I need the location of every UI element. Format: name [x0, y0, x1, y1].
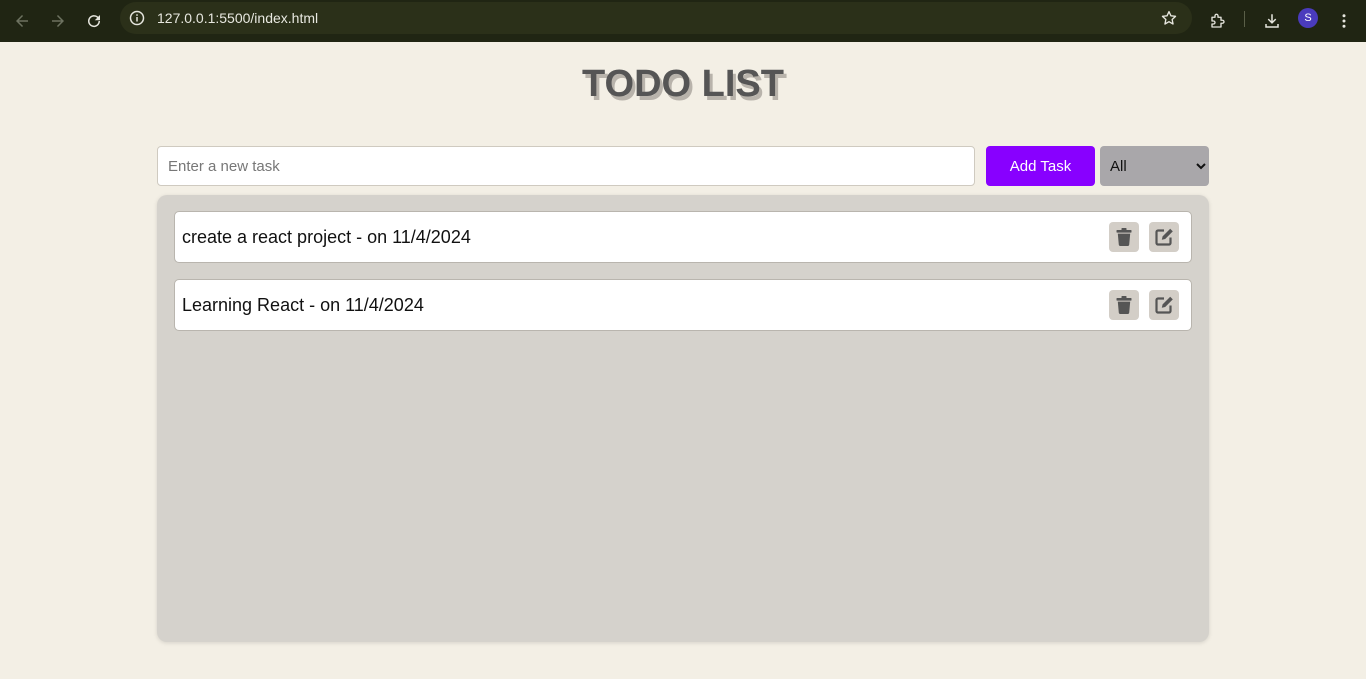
profile-avatar[interactable]: S: [1298, 8, 1318, 28]
page-title: TODO LIST: [582, 63, 784, 105]
task-list: create a react project - on 11/4/2024 Le…: [157, 195, 1209, 642]
reload-button[interactable]: [82, 9, 106, 33]
forward-arrow-icon: [52, 15, 64, 27]
edit-task-button[interactable]: [1149, 222, 1179, 252]
edit-icon: [1154, 296, 1173, 314]
edit-icon: [1154, 228, 1173, 246]
browser-toolbar: 127.0.0.1:5500/index.html S: [0, 0, 1366, 42]
task-text: Learning React - on 11/4/2024: [182, 295, 424, 315]
trash-icon: [1116, 228, 1132, 246]
delete-task-button[interactable]: [1109, 290, 1139, 320]
edit-task-button[interactable]: [1149, 290, 1179, 320]
extensions-icon: [1211, 13, 1225, 28]
task-text: create a react project - on 11/4/2024: [182, 227, 471, 247]
task-item: Learning React - on 11/4/2024: [174, 279, 1192, 331]
reload-icon: [88, 15, 101, 28]
filter-select[interactable]: All: [1100, 146, 1209, 186]
star-icon[interactable]: [1160, 9, 1178, 27]
menu-icon: [1342, 14, 1346, 28]
new-task-input[interactable]: [157, 146, 975, 186]
back-button[interactable]: [10, 9, 34, 33]
extensions-button[interactable]: [1206, 9, 1230, 33]
back-arrow-icon: [16, 15, 28, 27]
trash-icon: [1116, 296, 1132, 314]
browser-menu-button[interactable]: [1332, 9, 1356, 33]
add-task-button[interactable]: Add Task: [986, 146, 1095, 186]
info-icon[interactable]: [129, 10, 145, 26]
url-text: 127.0.0.1:5500/index.html: [157, 10, 319, 26]
toolbar-divider: [1244, 11, 1245, 27]
address-bar[interactable]: 127.0.0.1:5500/index.html: [120, 2, 1192, 34]
download-icon: [1265, 14, 1279, 28]
forward-button[interactable]: [46, 9, 70, 33]
task-item: create a react project - on 11/4/2024: [174, 211, 1192, 263]
downloads-button[interactable]: [1260, 9, 1284, 33]
delete-task-button[interactable]: [1109, 222, 1139, 252]
